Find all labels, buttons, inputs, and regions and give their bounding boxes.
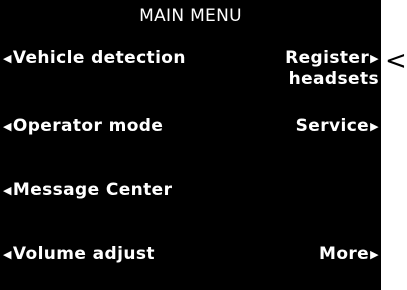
menu-item-register-headsets[interactable]: Register ▶ headsets — [285, 48, 379, 90]
menu-item-vehicle-detection[interactable]: ◀ Vehicle detection — [3, 48, 186, 69]
right-arrow-icon: ▶ — [370, 52, 379, 65]
right-arrow-icon: ▶ — [370, 248, 379, 261]
menu-item-label-line2: headsets — [288, 69, 379, 89]
callout-pointer-icon: < — [385, 46, 407, 76]
menu-item-operator-mode[interactable]: ◀ Operator mode — [3, 116, 163, 137]
menu-item-label: Operator mode — [12, 116, 164, 136]
menu-item-service[interactable]: Service ▶ — [296, 116, 379, 137]
menu-item-volume-adjust[interactable]: ◀ Volume adjust — [3, 244, 155, 265]
menu-item-label: Message Center — [12, 180, 173, 200]
display-screen: MAIN MENU ◀ Vehicle detection ◀ Operator… — [0, 0, 381, 290]
right-arrow-icon: ▶ — [370, 120, 379, 133]
left-arrow-icon: ◀ — [3, 248, 12, 261]
menu-item-message-center[interactable]: ◀ Message Center — [3, 180, 172, 201]
left-arrow-icon: ◀ — [3, 52, 12, 65]
menu-item-label-line1: Register — [285, 48, 370, 68]
menu-item-label: Service — [295, 116, 370, 136]
menu-item-more[interactable]: More ▶ — [319, 244, 379, 265]
left-arrow-icon: ◀ — [3, 120, 12, 133]
left-arrow-icon: ◀ — [3, 184, 12, 197]
menu-item-label: More — [319, 244, 370, 264]
menu-title: MAIN MENU — [139, 6, 242, 26]
menu-item-label: Volume adjust — [12, 244, 155, 264]
menu-item-label: Vehicle detection — [12, 48, 186, 68]
